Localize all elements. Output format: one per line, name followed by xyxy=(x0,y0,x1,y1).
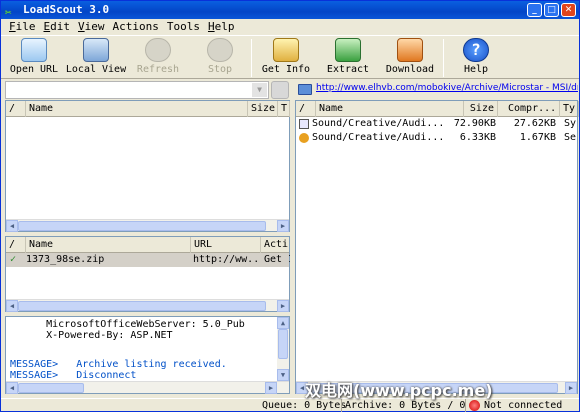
watermark: 双电网(www.pcpc.me) xyxy=(305,381,493,400)
chevron-down-icon[interactable]: ▼ xyxy=(252,83,267,97)
log-message: MESSAGE> Disconnect xyxy=(10,370,137,381)
horizontal-scrollbar[interactable]: ◀ ▶ xyxy=(6,381,289,394)
get-info-button[interactable]: Get Info xyxy=(255,38,317,75)
local-file-list[interactable]: / Name Size T ◀ ▶ xyxy=(5,100,290,232)
log-line: X-Powered-By: ASP.NET xyxy=(10,330,173,341)
info-box-icon xyxy=(273,38,299,62)
download-button[interactable]: Download xyxy=(379,38,441,75)
col-name[interactable]: Name xyxy=(26,101,248,117)
download-icon xyxy=(397,38,423,62)
horizontal-scrollbar[interactable]: ◀ ▶ xyxy=(6,219,289,232)
menu-file[interactable]: File xyxy=(5,19,40,35)
toolbar: Open URL Local View Refresh Stop Get Inf… xyxy=(1,35,579,79)
col-sort[interactable]: / xyxy=(6,237,26,253)
stop-icon xyxy=(207,38,233,62)
computer-icon xyxy=(83,38,109,62)
address-combo[interactable]: ▼ xyxy=(5,81,269,99)
check-icon: ✓ xyxy=(10,254,17,265)
toolbar-separator xyxy=(251,39,252,77)
minimize-button[interactable]: _ xyxy=(527,3,542,17)
col-action[interactable]: Acti xyxy=(261,237,291,253)
extract-button[interactable]: Extract xyxy=(317,38,379,75)
file-row[interactable]: Sound/Creative/Audi... 6.33KB 1.67KB Se xyxy=(296,131,577,145)
menu-actions[interactable]: Actions xyxy=(109,19,163,35)
download-queue[interactable]: / Name URL Acti ✓ 1373_98se.zip http://w… xyxy=(5,236,291,312)
maximize-button[interactable]: □ xyxy=(544,3,559,17)
menu-edit[interactable]: Edit xyxy=(40,19,75,35)
settings-file-icon xyxy=(299,133,309,143)
queue-row[interactable]: ✓ 1373_98se.zip http://ww... Get I xyxy=(6,253,291,267)
app-window: ✂ LoadScout 3.0 _ □ ✕ File Edit View Act… xyxy=(0,0,580,412)
archive-url-link[interactable]: http://www.elhvb.com/mobokive/Archive/Mi… xyxy=(298,83,578,97)
log-pane[interactable]: MicrosoftOfficeWebServer: 5.0_Pub X-Powe… xyxy=(5,316,290,394)
file-icon xyxy=(299,119,309,129)
file-row[interactable]: Sound/Creative/Audi... 72.90KB 27.62KB S… xyxy=(296,117,577,131)
col-url[interactable]: URL xyxy=(191,237,261,253)
help-icon: ? xyxy=(463,38,489,62)
col-type[interactable]: Ty xyxy=(560,101,579,117)
go-button[interactable] xyxy=(271,81,289,99)
toolbar-separator xyxy=(443,39,444,77)
open-url-button[interactable]: Open URL xyxy=(3,38,65,75)
col-type[interactable]: T xyxy=(278,101,290,117)
col-compressed[interactable]: Compr... xyxy=(498,101,560,117)
vertical-scrollbar[interactable]: ▲ ▼ xyxy=(277,317,289,381)
disconnected-icon xyxy=(469,400,480,411)
log-line: MicrosoftOfficeWebServer: 5.0_Pub xyxy=(10,319,245,330)
col-size[interactable]: Size xyxy=(464,101,498,117)
open-url-icon xyxy=(21,38,47,62)
menu-tools[interactable]: Tools xyxy=(163,19,204,35)
menu-help[interactable]: Help xyxy=(204,19,239,35)
col-size[interactable]: Size xyxy=(248,101,278,117)
log-message: MESSAGE> Archive listing received. xyxy=(10,359,227,370)
extract-icon xyxy=(335,38,361,62)
col-sort[interactable]: / xyxy=(6,101,26,117)
col-sort[interactable]: / xyxy=(296,101,316,117)
close-button[interactable]: ✕ xyxy=(561,3,576,17)
title-bar[interactable]: ✂ LoadScout 3.0 _ □ ✕ xyxy=(1,1,579,19)
col-name[interactable]: Name xyxy=(26,237,191,253)
refresh-button[interactable]: Refresh xyxy=(127,38,189,75)
globe-icon xyxy=(298,84,312,95)
refresh-icon xyxy=(145,38,171,62)
stop-button[interactable]: Stop xyxy=(189,38,251,75)
menu-view[interactable]: View xyxy=(74,19,109,35)
window-title: LoadScout 3.0 xyxy=(23,3,110,16)
menu-bar: File Edit View Actions Tools Help xyxy=(1,19,579,35)
col-name[interactable]: Name xyxy=(316,101,464,117)
local-view-button[interactable]: Local View xyxy=(65,38,127,75)
archive-file-list[interactable]: / Name Size Compr... Ty Sound/Creative/A… xyxy=(295,100,579,394)
horizontal-scrollbar[interactable]: ◀ ▶ xyxy=(6,299,289,312)
help-button[interactable]: ? Help xyxy=(445,38,507,75)
